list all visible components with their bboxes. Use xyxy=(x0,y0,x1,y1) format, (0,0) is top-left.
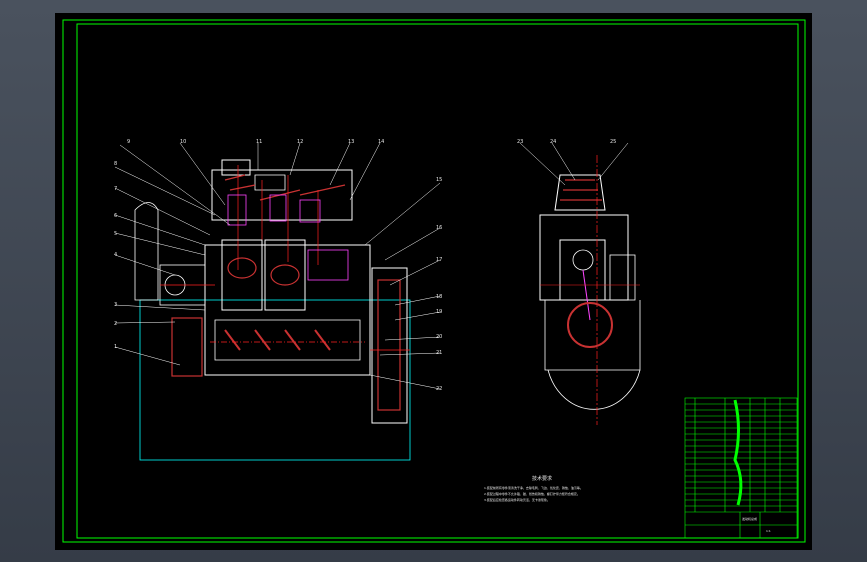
part-label: 15 xyxy=(436,177,442,183)
part-label: 24 xyxy=(550,139,556,145)
part-label: 10 xyxy=(180,139,186,145)
part-label: 8 xyxy=(114,161,117,167)
part-label: 11 xyxy=(256,139,262,145)
part-label: 17 xyxy=(436,257,442,263)
cad-drawing[interactable]: 9 8 7 6 5 4 3 2 1 10 11 12 13 14 15 16 1… xyxy=(0,0,867,562)
part-label: 4 xyxy=(114,252,117,258)
part-label: 7 xyxy=(114,186,117,192)
part-label: 2 xyxy=(114,321,117,327)
technical-requirements: 技术要求 1.装配前所有零件须清洗干净，去除毛刺、飞边、氧化皮、锈蚀、油污等。 … xyxy=(484,475,583,502)
part-label: 9 xyxy=(127,139,130,145)
part-label: 6 xyxy=(114,213,117,219)
part-label: 21 xyxy=(436,350,442,356)
part-label: 13 xyxy=(348,139,354,145)
tech-note-line: 1.装配前所有零件须清洗干净，去除毛刺、飞边、氧化皮、锈蚀、油污等。 xyxy=(484,485,583,490)
tech-note-line: 2.装配过程中零件不允许磕、碰、划伤和锈蚀，螺钉拧紧力矩符合规定。 xyxy=(484,491,580,496)
part-label: 20 xyxy=(436,334,442,340)
front-section-view xyxy=(114,142,441,461)
drawing-scale: 1:1 xyxy=(766,529,771,533)
side-section-view: 23 24 25 xyxy=(517,139,641,425)
tech-notes-title: 技术要求 xyxy=(532,475,552,482)
title-block: 发动机总成 1:1 xyxy=(684,397,798,539)
part-label: 12 xyxy=(297,139,303,145)
part-label: 25 xyxy=(610,139,616,145)
part-label: 18 xyxy=(436,294,442,300)
part-label: 16 xyxy=(436,225,442,231)
part-label: 1 xyxy=(114,344,117,350)
part-label: 14 xyxy=(378,139,384,145)
inner-frame xyxy=(76,23,799,539)
part-labels-front: 9 8 7 6 5 4 3 2 1 10 11 12 13 14 15 16 1… xyxy=(114,139,442,392)
part-label: 5 xyxy=(114,231,117,237)
drawing-name: 发动机总成 xyxy=(742,516,757,521)
part-label: 3 xyxy=(114,302,117,308)
part-label: 22 xyxy=(436,386,442,392)
tech-note-line: 3.装配后应检查各运动件转动灵活，无卡滞现象。 xyxy=(484,497,550,502)
part-label: 23 xyxy=(517,139,523,145)
part-label: 19 xyxy=(436,309,442,315)
